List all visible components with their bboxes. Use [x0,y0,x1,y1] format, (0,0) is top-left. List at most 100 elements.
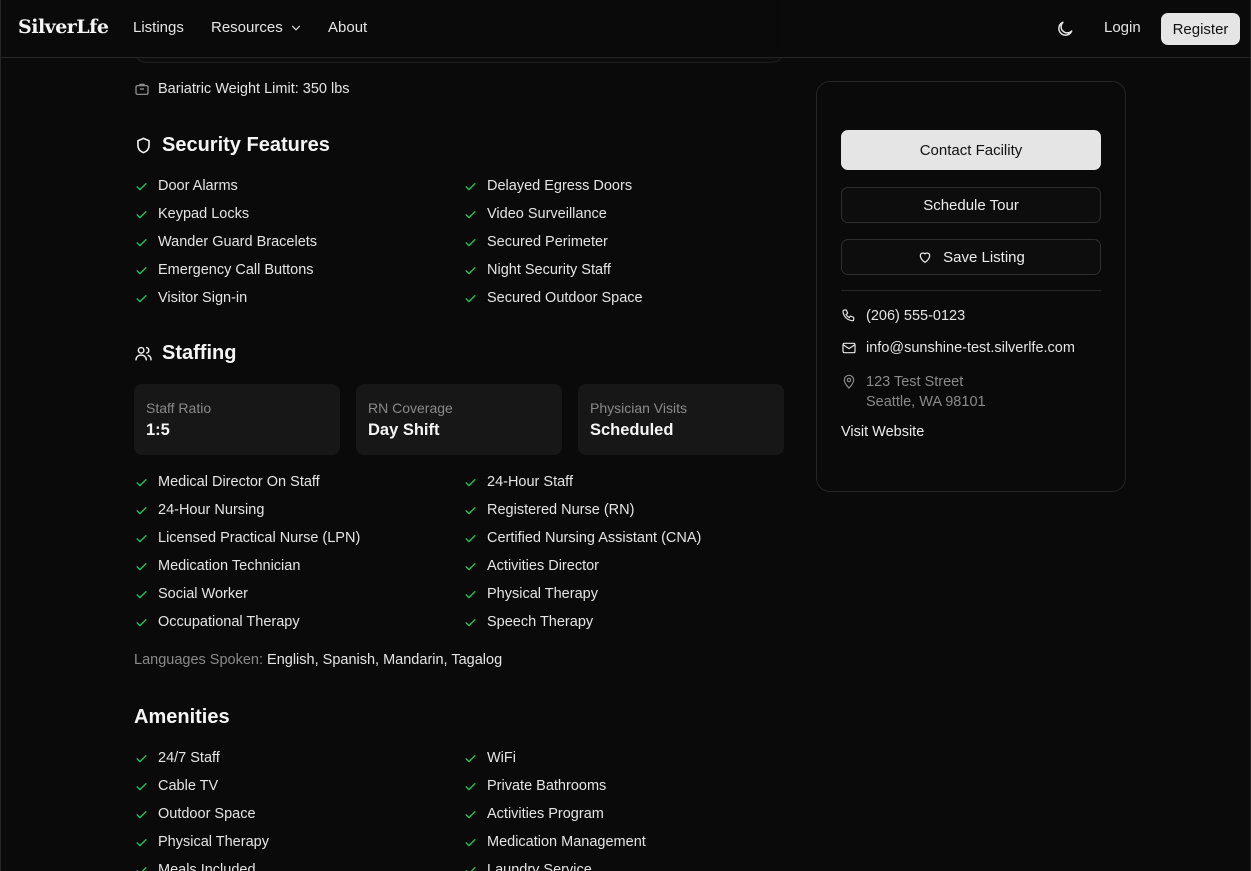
list-item-label: Activities Program [487,806,604,822]
list-item: Keypad Locks [134,200,463,228]
list-item: Emergency Call Buttons [134,256,463,284]
list-item: Secured Perimeter [463,228,784,256]
list-item: Cable TV [134,772,463,800]
list-item-label: Meals Included [158,862,256,871]
stat-staff-ratio: Staff Ratio 1:5 [134,384,340,455]
schedule-tour-label: Schedule Tour [923,196,1019,214]
list-item-label: 24-Hour Staff [487,474,573,490]
check-icon [136,562,147,570]
list-item: Certified Nursing Assistant (CNA) [463,524,784,552]
briefcase-icon [135,83,149,95]
list-item-label: Medical Director On Staff [158,474,320,490]
list-item-label: Outdoor Space [158,806,256,822]
stat-value: 1:5 [146,421,170,439]
logo[interactable]: SilverLfe [18,16,109,38]
check-icon [136,754,147,762]
map-pin-icon [843,374,855,389]
amenities-title: Amenities [134,706,230,728]
check-icon [465,506,476,514]
check-icon [136,590,147,598]
list-item-label: 24-Hour Nursing [158,502,265,518]
list-item-label: Secured Perimeter [487,234,608,250]
save-listing-button[interactable]: Save Listing [841,239,1101,275]
security-title: Security Features [162,134,330,156]
list-item: WiFi [463,744,784,772]
list-item: Licensed Practical Nurse (LPN) [134,524,463,552]
check-icon [465,266,476,274]
list-item: Door Alarms [134,172,463,200]
check-icon [136,838,147,846]
login-link[interactable]: Login [1104,19,1141,36]
staffing-heading: Staffing [134,342,236,365]
list-item-label: Keypad Locks [158,206,250,222]
moon-icon[interactable] [1055,19,1075,39]
languages-spoken: Languages Spoken: English, Spanish, Mand… [134,652,502,668]
check-icon [136,618,147,626]
check-icon [136,210,147,218]
list-item-label: Social Worker [158,586,248,602]
check-icon [136,266,147,274]
contact-facility-button[interactable]: Contact Facility [841,130,1101,170]
check-icon [465,534,476,542]
check-icon [136,810,147,818]
contact-card: Contact Facility Schedule Tour Save List… [816,81,1126,492]
heart-icon [919,252,931,263]
nav-listings[interactable]: Listings [133,19,184,36]
nav-resources[interactable]: Resources [211,19,303,36]
check-icon [465,182,476,190]
divider [841,290,1101,291]
check-icon [465,782,476,790]
check-icon [465,294,476,302]
nav-about[interactable]: About [328,19,367,36]
save-listing-label: Save Listing [943,248,1025,266]
list-item: Physical Therapy [134,828,463,856]
languages-value: English, Spanish, Mandarin, Tagalog [267,652,503,668]
staffing-stats: Staff Ratio 1:5 RN Coverage Day Shift Ph… [134,384,784,455]
top-nav: SilverLfe Listings Resources About Login… [1,0,1250,58]
shield-icon [137,137,150,154]
phone-icon [842,309,855,322]
bariatric-limit: Bariatric Weight Limit: 350 lbs [134,81,350,97]
list-item-label: Emergency Call Buttons [158,262,314,278]
bariatric-text: Bariatric Weight Limit: 350 lbs [158,81,350,97]
list-item-label: Delayed Egress Doors [487,178,633,194]
check-icon [136,506,147,514]
check-icon [465,810,476,818]
list-item-label: Cable TV [158,778,219,794]
list-item: 24-Hour Staff [463,468,784,496]
list-item: Delayed Egress Doors [463,172,784,200]
security-list: Door Alarms Delayed Egress Doors Keypad Lo… [134,172,784,312]
email-address: info@sunshine-test.silverlfe.com [866,340,1075,356]
stat-label: Physician Visits [590,400,688,416]
check-icon [465,590,476,598]
check-icon [465,754,476,762]
list-item-label: Speech Therapy [487,614,594,630]
check-icon [136,534,147,542]
visit-website-link[interactable]: Visit Website [841,424,924,440]
stat-physician-visits: Physician Visits Scheduled [578,384,784,455]
check-icon [136,294,147,302]
stat-value: Day Shift [368,421,440,439]
list-item: Private Bathrooms [463,772,784,800]
stat-label: Staff Ratio [146,400,212,416]
phone-row[interactable]: (206) 555-0123 [841,308,965,324]
email-row[interactable]: info@sunshine-test.silverlfe.com [841,340,1075,356]
schedule-tour-button[interactable]: Schedule Tour [841,187,1101,223]
check-icon [136,866,147,871]
list-item: Meals Included [134,856,463,871]
address-row: 123 Test Street Seattle, WA 98101 [841,372,986,412]
register-button[interactable]: Register [1161,13,1240,45]
address-line1: 123 Test Street [866,374,964,390]
users-icon [135,346,152,361]
list-item: Speech Therapy [463,608,784,636]
list-item: Night Security Staff [463,256,784,284]
check-icon [136,782,147,790]
list-item: Medication Technician [134,552,463,580]
nav-listings-label: Listings [133,19,184,36]
list-item: Visitor Sign-in [134,284,463,312]
list-item-label: Medication Management [487,834,646,850]
check-icon [465,866,476,871]
phone-number: (206) 555-0123 [866,308,966,324]
list-item: 24-Hour Nursing [134,496,463,524]
list-item: Secured Outdoor Space [463,284,784,312]
